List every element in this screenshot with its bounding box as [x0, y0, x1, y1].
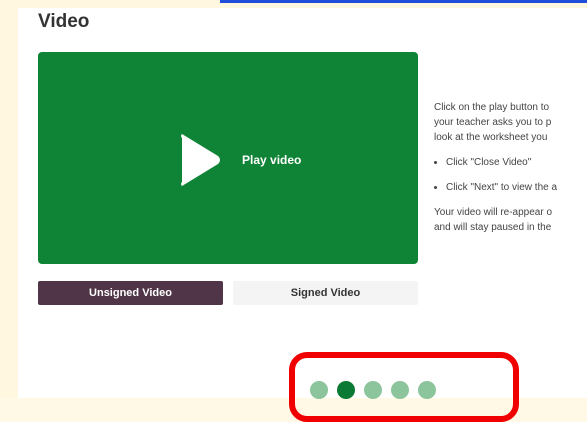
signed-video-tab[interactable]: Signed Video: [233, 281, 418, 305]
page-dot-2[interactable]: [337, 381, 355, 399]
play-video-button[interactable]: Play video: [174, 130, 334, 190]
instruction-paragraph-2: Your video will re-appear o and will sta…: [434, 207, 553, 233]
page-dot-4[interactable]: [391, 381, 409, 399]
top-link-underline: [220, 0, 587, 3]
page-dot-1[interactable]: [310, 381, 328, 399]
video-instructions: Click on the play button to your teacher…: [434, 100, 587, 245]
page-dot-3[interactable]: [364, 381, 382, 399]
video-type-toggle: Unsigned Video Signed Video: [38, 281, 418, 305]
instruction-paragraph-1: Click on the play button to your teacher…: [434, 102, 552, 143]
unsigned-video-tab[interactable]: Unsigned Video: [38, 281, 223, 305]
page-dot-5[interactable]: [418, 381, 436, 399]
instruction-bullet-1: Click "Close Video": [446, 155, 587, 170]
lesson-page: Video Play video Unsigned Video Signed V…: [0, 0, 587, 422]
play-icon: [181, 134, 220, 186]
page-title: Video: [38, 11, 90, 32]
video-player[interactable]: Play video: [38, 52, 418, 264]
left-frame: [0, 0, 18, 398]
instruction-list: Click "Close Video" Click "Next" to view…: [434, 155, 587, 195]
pagination-dots: [310, 381, 436, 399]
play-video-label: Play video: [242, 153, 302, 167]
instruction-bullet-2: Click "Next" to view the a: [446, 180, 587, 195]
